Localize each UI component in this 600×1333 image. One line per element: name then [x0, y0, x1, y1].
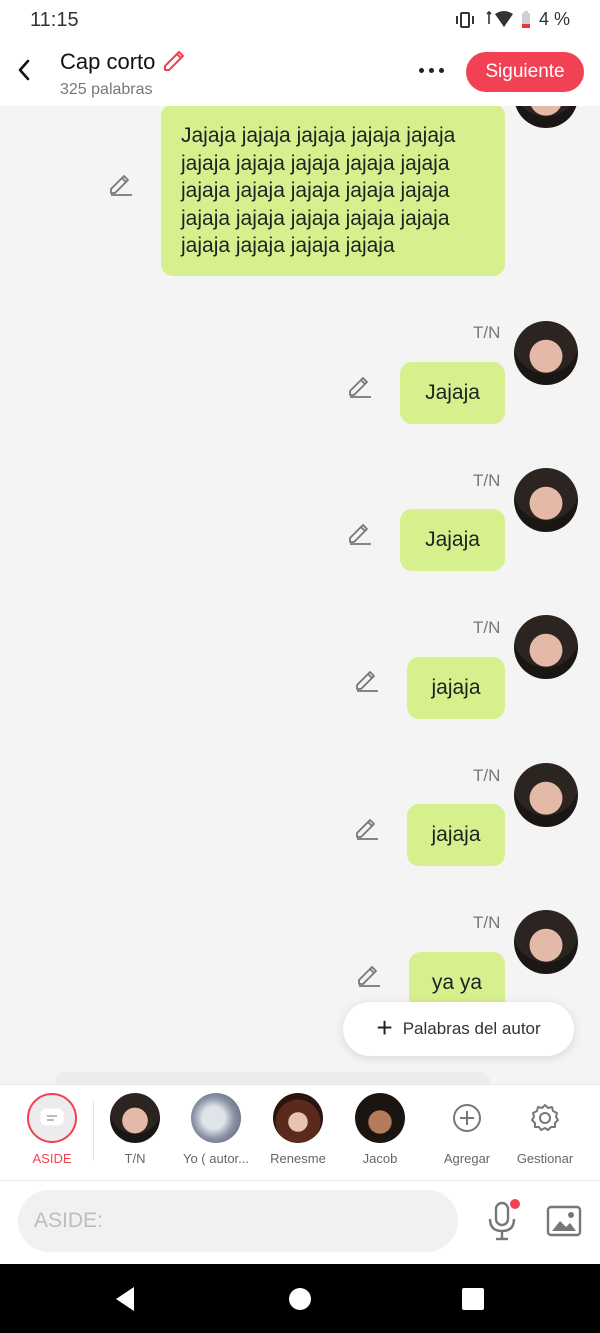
chapter-header: Cap corto 325 palabras Siguiente [0, 40, 600, 106]
more-dots-icon [418, 67, 424, 73]
message-bubble[interactable]: Jajaja [400, 509, 505, 571]
avatar [191, 1093, 241, 1143]
avatar[interactable] [514, 615, 578, 679]
avatar[interactable] [514, 468, 578, 532]
chat-area[interactable]: Jajaja jajaja jajaja jajaja jajaja jajaj… [0, 106, 600, 1084]
speaker-label: T/N [473, 913, 501, 932]
nav-back-icon[interactable] [114, 1286, 136, 1312]
avatar[interactable] [514, 763, 578, 827]
speaker-label: T/N [473, 323, 501, 342]
word-count: 325 palabras [60, 81, 153, 98]
plus-icon: + [376, 1011, 393, 1043]
vibrate-icon [455, 11, 475, 29]
notification-dot [510, 1199, 520, 1209]
status-icons: 4 % [455, 9, 570, 30]
message-bubble[interactable]: Jajaja [400, 362, 505, 424]
settings-gear-icon [531, 1104, 559, 1131]
character-label: T/N [124, 1151, 146, 1166]
message-bubble[interactable]: Jajaja jajaja jajaja jajaja jajaja jajaj… [161, 106, 505, 276]
edit-pencil-icon[interactable] [347, 519, 373, 545]
character-label: Renesme [270, 1151, 326, 1166]
wifi-icon [483, 10, 513, 29]
battery-text: 4 % [538, 9, 570, 29]
edit-pencil-icon[interactable] [354, 666, 380, 692]
speaker-label: T/N [473, 471, 501, 490]
edit-pencil-icon[interactable] [356, 961, 382, 987]
more-options-button[interactable] [412, 58, 450, 82]
avatar [355, 1093, 405, 1143]
avatar[interactable] [514, 321, 578, 385]
system-nav-bar [0, 1264, 600, 1333]
aside-circle [27, 1093, 77, 1143]
image-icon [546, 1205, 582, 1237]
status-bar: 11:15 4 % [0, 0, 600, 40]
nav-home-icon[interactable] [289, 1288, 311, 1310]
microphone-button[interactable] [484, 1199, 524, 1243]
avatar[interactable] [514, 106, 578, 128]
edit-title-button[interactable] [161, 46, 187, 77]
character-tn[interactable]: T/N [94, 1093, 176, 1166]
input-bar [0, 1180, 600, 1264]
back-button[interactable] [10, 54, 38, 86]
add-label: Agregar [443, 1151, 491, 1166]
author-words-button[interactable]: + Palabras del autor [343, 1002, 574, 1056]
message-bubble[interactable]: jajaja [407, 804, 505, 866]
message-bubble[interactable]: jajaja [407, 657, 505, 719]
character-label: Yo ( autor... [182, 1151, 249, 1166]
character-label: Jacob [362, 1151, 398, 1166]
speaker-label: T/N [473, 618, 501, 637]
edit-pencil-icon[interactable] [354, 814, 380, 840]
chat-bubble-icon [40, 1108, 64, 1126]
manage-characters-button[interactable]: Gestionar [504, 1093, 586, 1166]
scroll-peek-bar [56, 1072, 490, 1084]
character-aside[interactable]: ASIDE [11, 1093, 93, 1166]
status-time: 11:15 [30, 9, 79, 31]
character-bar: ASIDE T/N Yo ( autor... Renesme Jacob Ag… [0, 1084, 600, 1180]
edit-pencil-icon[interactable] [108, 170, 134, 196]
character-renesme[interactable]: Renesme [257, 1093, 339, 1166]
add-character-button[interactable]: Agregar [426, 1093, 508, 1166]
chapter-title: Cap corto [60, 48, 156, 74]
character-jacob[interactable]: Jacob [339, 1093, 421, 1166]
plus-circle-icon [453, 1104, 481, 1132]
character-label: ASIDE [32, 1151, 72, 1166]
edit-pencil-icon[interactable] [347, 372, 373, 398]
avatar[interactable] [514, 910, 578, 974]
title-block: Cap corto 325 palabras [60, 46, 187, 99]
edit-pencil-icon [164, 51, 185, 71]
next-button[interactable]: Siguiente [466, 52, 584, 92]
aside-input[interactable] [18, 1190, 458, 1252]
manage-label: Gestionar [516, 1151, 574, 1166]
author-words-label: Palabras del autor [402, 1019, 541, 1038]
battery-icon [521, 10, 531, 29]
back-arrow-icon [18, 59, 30, 81]
avatar [273, 1093, 323, 1143]
image-button[interactable] [546, 1203, 582, 1239]
speaker-label: T/N [473, 766, 501, 785]
avatar [110, 1093, 160, 1143]
character-author[interactable]: Yo ( autor... [175, 1093, 257, 1166]
nav-recents-icon[interactable] [462, 1288, 484, 1310]
